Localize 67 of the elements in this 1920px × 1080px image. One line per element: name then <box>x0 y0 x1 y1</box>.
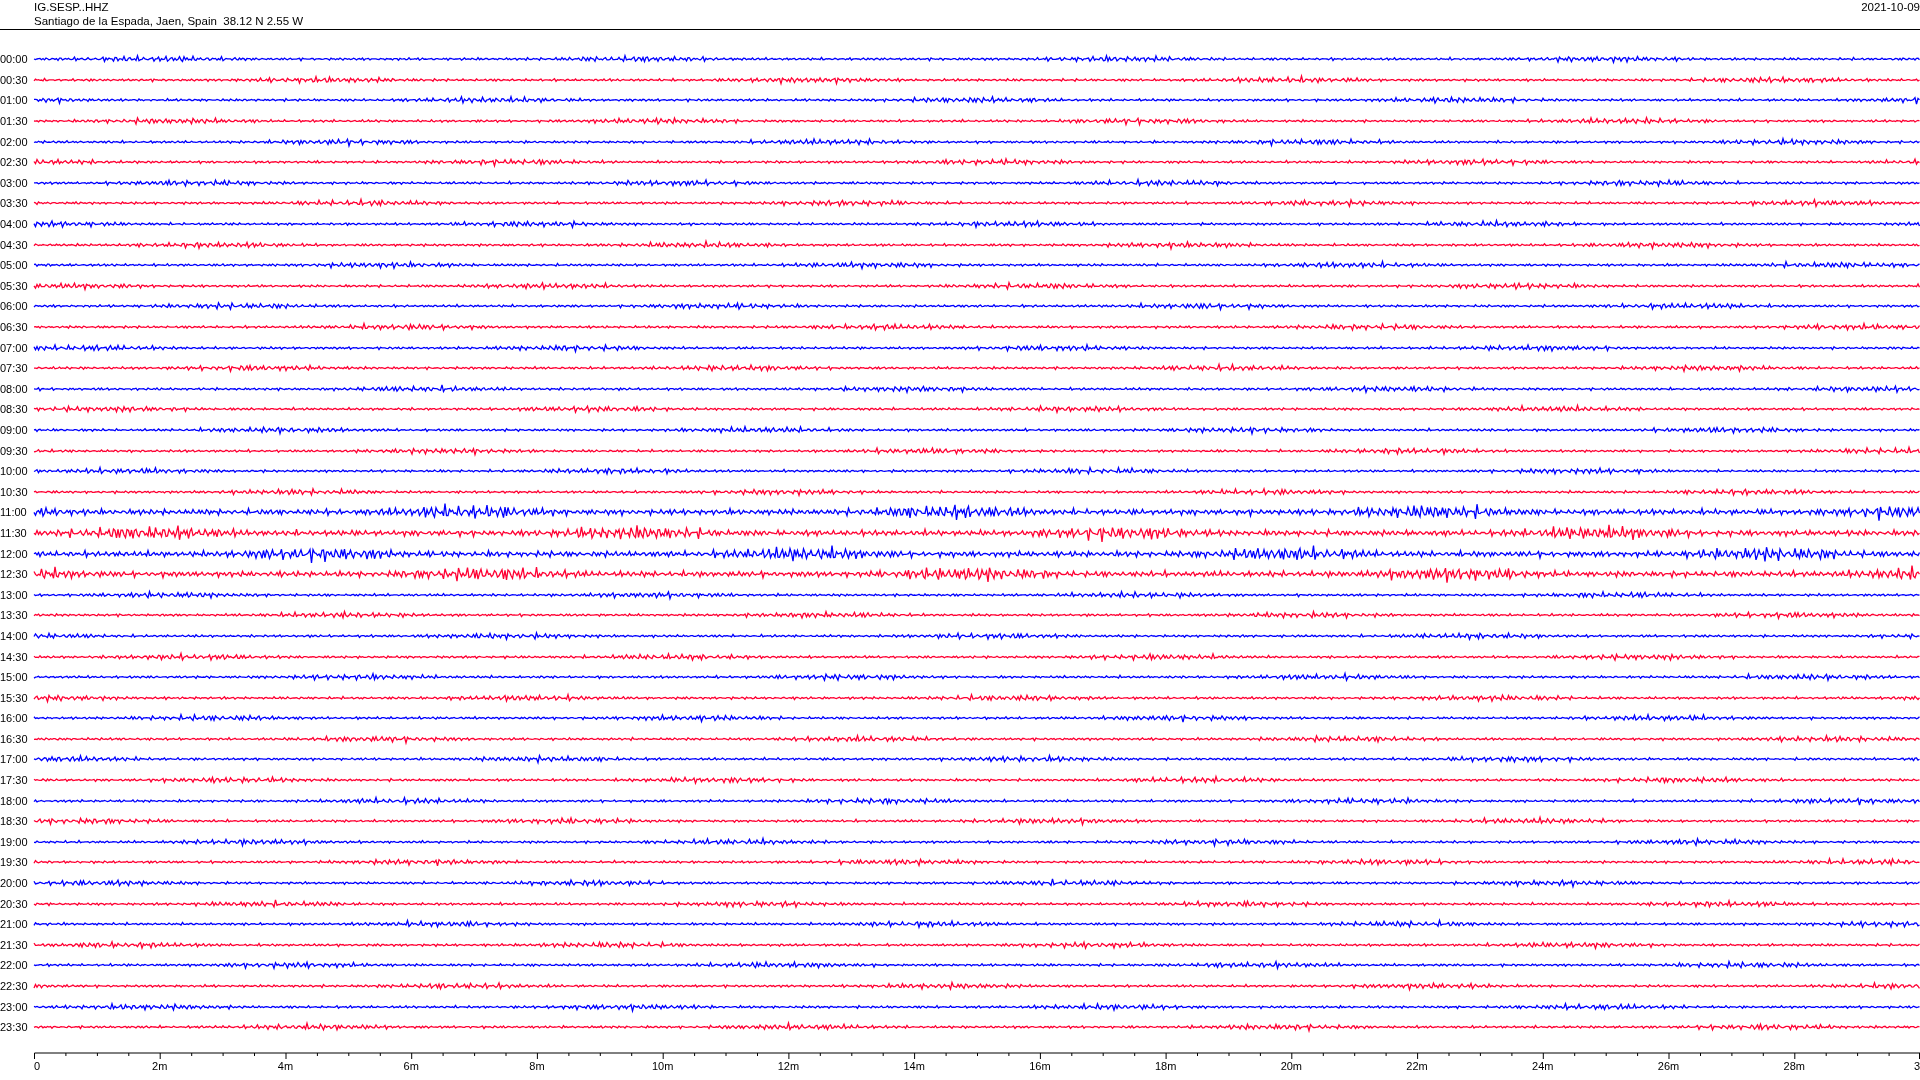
time-label: 20:30 <box>0 897 29 910</box>
axis-label: 20m <box>1280 1060 1303 1072</box>
time-label: 13:30 <box>0 609 29 622</box>
time-label: 05:00 <box>0 259 29 272</box>
time-label: 18:30 <box>0 815 29 828</box>
axis-label: 14m <box>903 1060 925 1072</box>
time-label: 19:00 <box>0 835 29 848</box>
axis-label: 26m <box>1657 1060 1680 1072</box>
time-label: 17:00 <box>0 753 29 766</box>
time-label: 20:00 <box>0 877 29 890</box>
axis-label: 2m <box>152 1060 168 1072</box>
time-label: 13:00 <box>0 588 29 601</box>
time-label: 07:30 <box>0 362 29 375</box>
axis-label: 8m <box>529 1060 545 1072</box>
time-label: 00:00 <box>0 53 29 66</box>
time-label: 04:00 <box>0 218 29 231</box>
time-label: 01:30 <box>0 115 29 128</box>
axis-label: 6m <box>403 1060 419 1072</box>
time-label: 15:30 <box>0 691 29 704</box>
time-label: 17:30 <box>0 774 29 787</box>
time-label: 23:30 <box>0 1021 29 1034</box>
time-label: 00:30 <box>0 73 29 86</box>
axis-label: 3 <box>1913 1060 1920 1072</box>
axis-label: 24m <box>1532 1060 1554 1072</box>
axis-label: 10m <box>651 1060 674 1072</box>
time-label: 05:30 <box>0 279 29 292</box>
time-label: 21:30 <box>0 938 29 951</box>
time-label: 10:00 <box>0 465 29 478</box>
time-label: 23:00 <box>0 1000 29 1013</box>
time-label: 09:00 <box>0 424 29 436</box>
time-label: 12:30 <box>0 568 29 581</box>
time-label: 19:30 <box>0 856 29 869</box>
time-label: 03:30 <box>0 197 29 210</box>
time-label: 14:30 <box>0 650 29 663</box>
time-label: 02:00 <box>0 135 29 148</box>
time-label: 06:30 <box>0 321 29 333</box>
time-label: 08:00 <box>0 382 29 395</box>
time-label: 22:30 <box>0 980 29 992</box>
time-label: 11:00 <box>0 506 28 519</box>
time-label: 01:00 <box>0 94 29 107</box>
time-label: 15:00 <box>0 671 29 684</box>
axis-label: 22m <box>1406 1060 1428 1072</box>
time-label: 18:00 <box>0 794 29 807</box>
axis-label: 4m <box>277 1060 294 1072</box>
time-label: 21:00 <box>0 918 29 931</box>
axis-label: 16m <box>1029 1060 1051 1072</box>
station-code: IG.SESP..HHZ <box>34 0 110 14</box>
time-label: 11:30 <box>0 526 28 539</box>
axis-label: 28m <box>1783 1060 1805 1072</box>
time-label: 06:00 <box>0 300 29 313</box>
time-label: 04:30 <box>0 238 29 251</box>
time-label: 12:00 <box>0 547 29 560</box>
time-label: 10:30 <box>0 485 29 498</box>
time-label: 09:30 <box>0 444 29 457</box>
time-label: 16:00 <box>0 712 29 725</box>
time-label: 07:00 <box>0 341 29 354</box>
time-label: 08:30 <box>0 403 29 416</box>
time-label: 14:00 <box>0 629 29 642</box>
time-label: 16:30 <box>0 732 29 745</box>
time-label: 22:00 <box>0 959 29 972</box>
plot-date: 2021-10-09 <box>1861 0 1920 14</box>
time-label: 03:00 <box>0 176 29 189</box>
axis-label: 12m <box>777 1060 800 1072</box>
axis-label: 18m <box>1154 1060 1177 1072</box>
axis-label: 0 <box>34 1060 41 1072</box>
station-location: Santiago de la Espada, Jaen, Spain 38.12 N 2.55 W <box>34 14 304 28</box>
time-label: 02:30 <box>0 156 29 169</box>
